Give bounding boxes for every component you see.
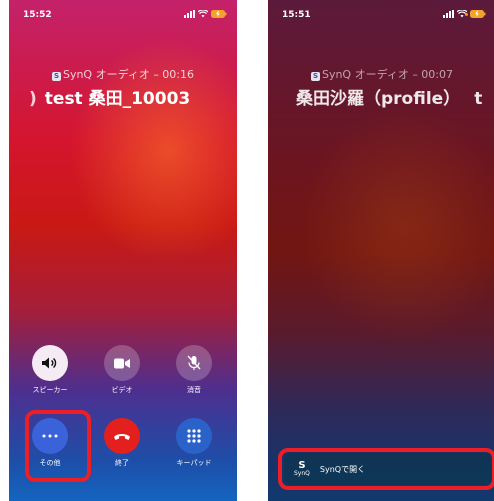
highlight-box-more — [25, 410, 91, 482]
call-info: S SynQ オーディオ – 00:07 — [268, 66, 494, 82]
status-time: 15:51 — [282, 10, 311, 20]
video-label: ビデオ — [111, 386, 133, 394]
call-screen-left: 15:52 S SynQ オーディオ – 00:16 ) test 桑田_10003… — [9, 0, 237, 501]
mute-button[interactable]: 消音 — [164, 345, 224, 395]
signal-icon — [443, 10, 454, 18]
speaker-icon — [32, 345, 68, 381]
call-info-text: SynQ オーディオ – 00:16 — [62, 68, 195, 81]
signal-icon — [184, 10, 195, 18]
mic-off-icon — [176, 345, 212, 381]
battery-icon — [211, 10, 227, 18]
end-call-label: 終了 — [115, 459, 129, 467]
speaker-button[interactable]: スピーカー — [20, 345, 80, 395]
status-time: 15:52 — [23, 10, 52, 20]
highlight-box-open-bar — [278, 448, 494, 490]
caller-name: 桑田沙羅（profile） t — [296, 84, 482, 109]
caller-name-text: test 桑田_10003 — [44, 89, 191, 109]
end-call-button[interactable]: 終了 — [92, 418, 152, 468]
wifi-icon — [457, 10, 467, 18]
wifi-icon — [198, 10, 208, 18]
keypad-button[interactable]: キーパッド — [164, 418, 224, 468]
caller-name-scroll-edge: ) — [29, 89, 37, 109]
status-bar: 15:51 — [282, 10, 486, 24]
mute-label: 消音 — [187, 386, 201, 394]
caller-name-overflow: t — [474, 89, 483, 109]
call-info-text: SynQ オーディオ – 00:07 — [321, 68, 454, 81]
call-screen-right: 15:51 S SynQ オーディオ – 00:07 桑田沙羅（profile） t… — [268, 0, 494, 501]
status-icons — [443, 10, 486, 18]
video-button[interactable]: ビデオ — [92, 345, 152, 395]
keypad-icon — [176, 418, 212, 454]
caller-name-text: 桑田沙羅（profile） — [296, 89, 461, 109]
speaker-label: スピーカー — [32, 386, 68, 394]
synq-app-icon: S — [310, 72, 320, 81]
call-info: S SynQ オーディオ – 00:16 — [9, 66, 237, 82]
keypad-label: キーパッド — [176, 459, 212, 467]
video-icon — [104, 345, 140, 381]
battery-icon — [470, 10, 486, 18]
caller-name: ) test 桑田_10003 — [29, 84, 190, 109]
status-icons — [184, 10, 227, 18]
end-call-icon — [104, 418, 140, 454]
status-bar: 15:52 — [23, 10, 227, 24]
synq-app-icon: S — [51, 72, 61, 81]
